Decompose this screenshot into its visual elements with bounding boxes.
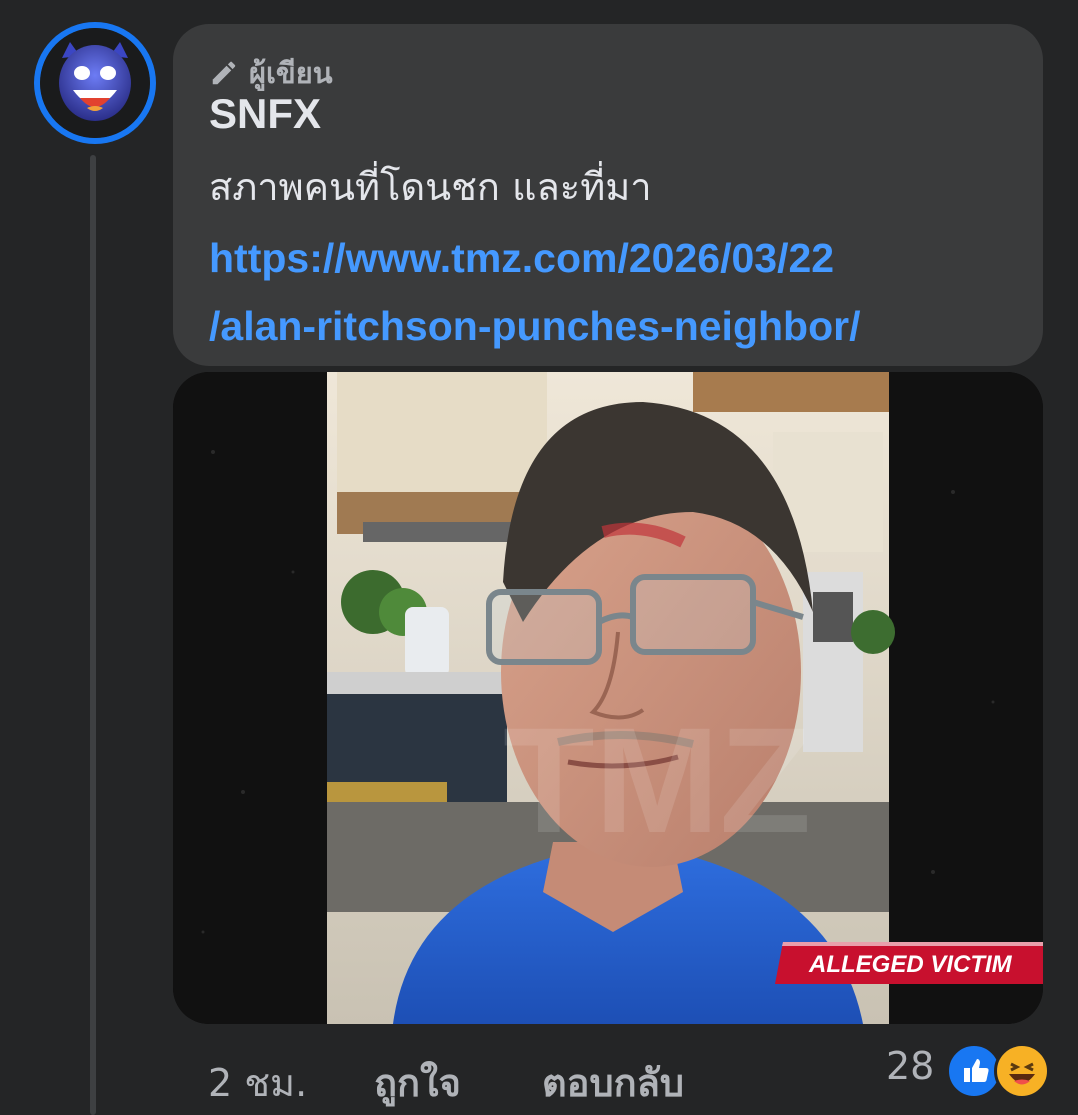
comment-footer: 2 ชม. ถูกใจ ตอบกลับ 28 <box>208 1042 1050 1113</box>
photo-watermark: TMZ <box>503 696 811 864</box>
reaction-count[interactable]: 28 <box>886 1044 934 1088</box>
like-button[interactable]: ถูกใจ <box>374 1052 461 1113</box>
caption-tag-label: ALLEGED VICTIM <box>808 951 1013 978</box>
link-line-2[interactable]: /alan-ritchson-punches-neighbor/ <box>209 292 1009 360</box>
avatar[interactable] <box>34 22 156 144</box>
caption-tag: ALLEGED VICTIM <box>775 942 1043 984</box>
haha-icon[interactable] <box>994 1043 1050 1099</box>
comment-bubble: ผู้เขียน SNFX สภาพคนที่โดนชก และที่มา ht… <box>173 24 1043 366</box>
reply-thread-line <box>90 155 96 1115</box>
link-line-1[interactable]: https://www.tmz.com/2026/03/22 <box>209 224 1009 292</box>
comment-link[interactable]: https://www.tmz.com/2026/03/22 /alan-rit… <box>209 224 1009 360</box>
author-name[interactable]: SNFX <box>209 90 321 138</box>
pencil-icon <box>212 61 236 85</box>
attached-photo[interactable]: TMZ ALLEGED VICTIM <box>173 372 1043 1024</box>
comment-timestamp[interactable]: 2 ชม. <box>208 1052 307 1113</box>
reply-button[interactable]: ตอบกลับ <box>542 1052 684 1113</box>
avatar-image <box>40 28 150 138</box>
comment-text: สภาพคนที่โดนชก และที่มา <box>209 165 652 209</box>
